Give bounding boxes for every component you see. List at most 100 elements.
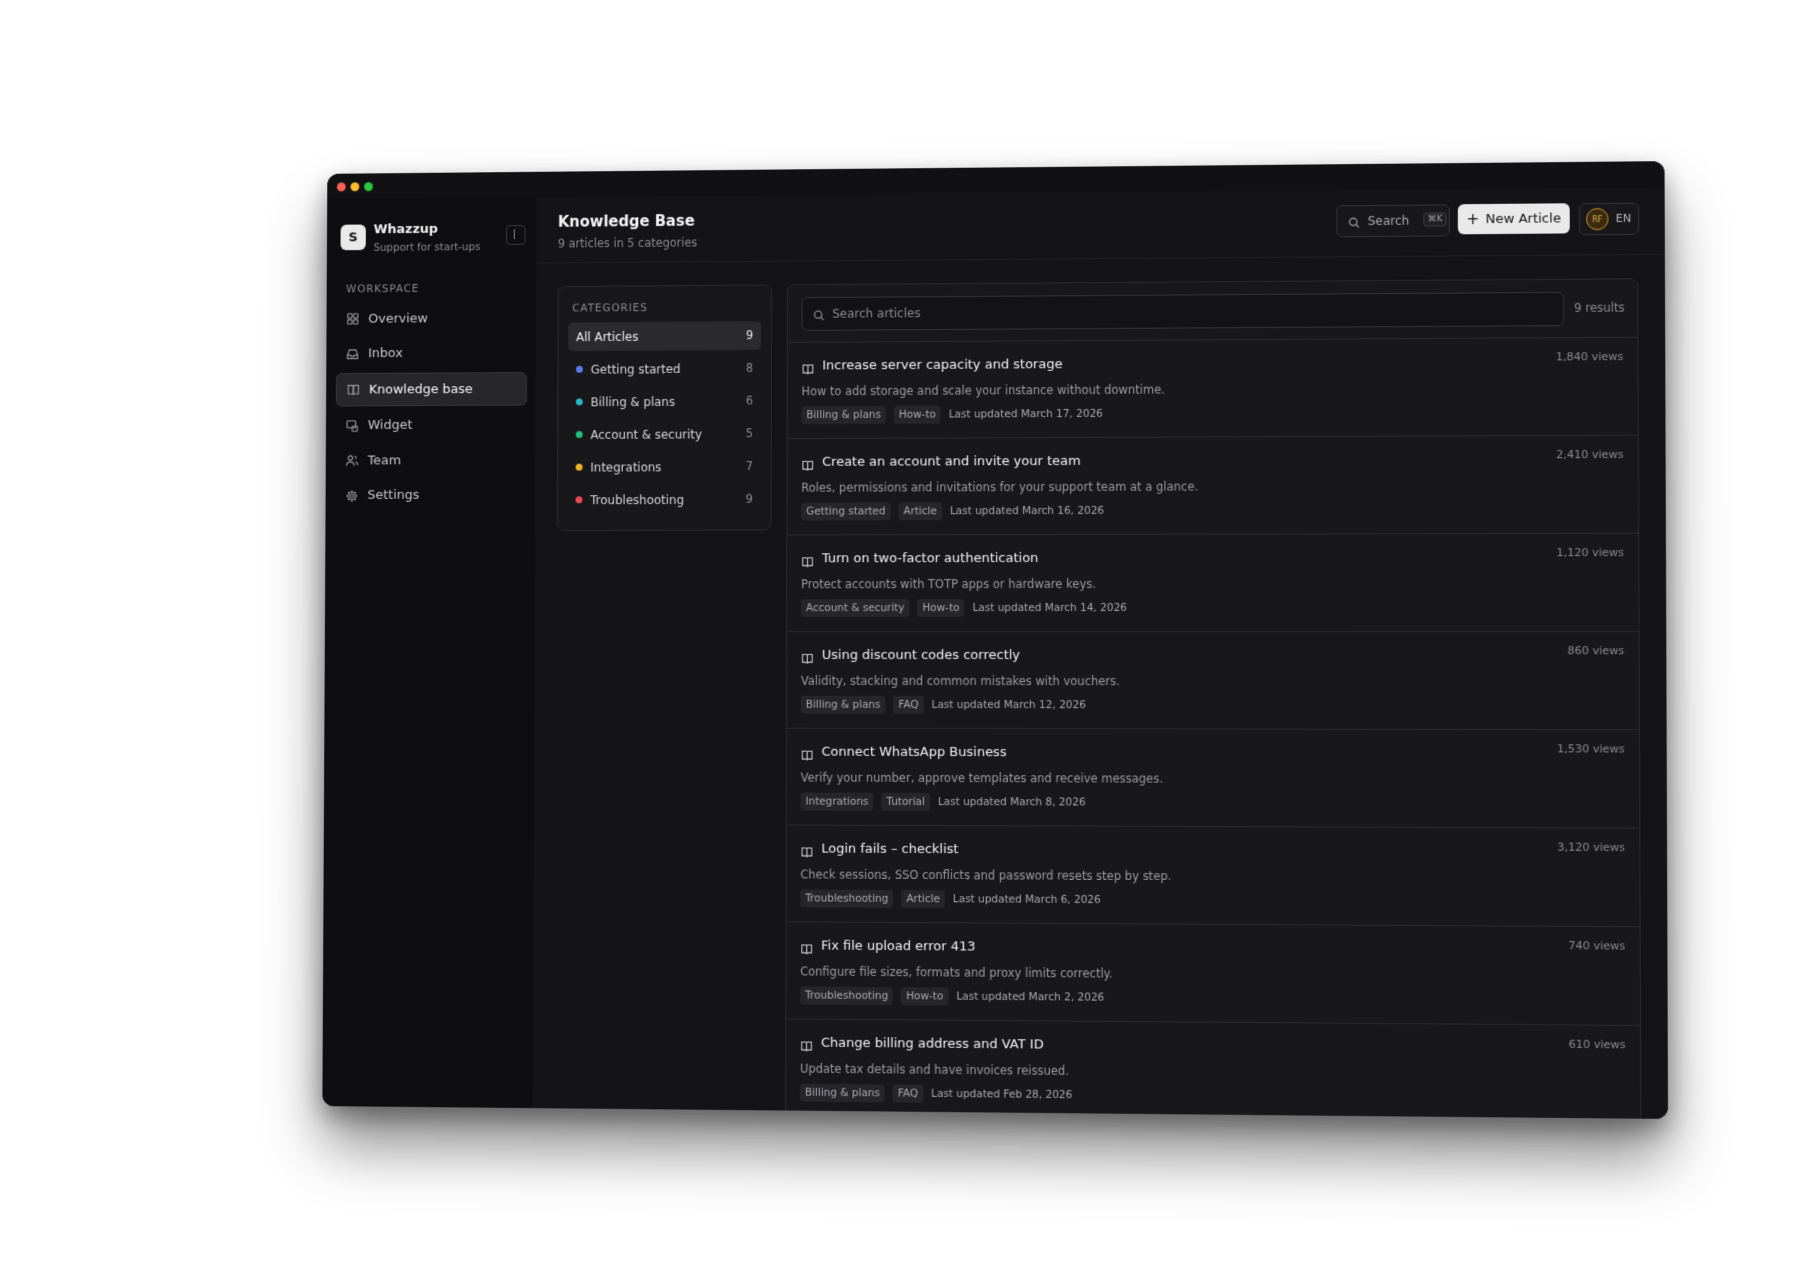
article-row[interactable]: Login fails – checklist Check sessions, S… [786, 824, 1640, 927]
collapse-sidebar-icon[interactable] [506, 225, 526, 245]
article-description: Configure file sizes, formats and proxy … [800, 964, 1113, 981]
article-updated: Last updated Feb 28, 2026 [931, 1087, 1073, 1102]
article-row[interactable]: Increase server capacity and storage How … [787, 336, 1638, 439]
page-title: Knowledge Base [557, 211, 695, 231]
users-icon [345, 454, 359, 468]
article-updated: Last updated March 8, 2026 [937, 795, 1086, 809]
article-title[interactable]: Fix file upload error 413 [821, 939, 975, 955]
page-subtitle: 9 articles in 5 categories [557, 235, 698, 251]
user-menu[interactable]: RF EN [1578, 202, 1640, 236]
article-tag: Billing & plans [799, 1083, 885, 1103]
sidebar-item-settings[interactable]: Settings [335, 479, 526, 511]
article-tag: How-to [901, 987, 949, 1006]
sidebar-section-label: WORKSPACE [346, 283, 420, 296]
category-item[interactable]: Troubleshooting 9 [568, 485, 761, 514]
book-icon [800, 843, 814, 857]
article-updated: Last updated March 17, 2026 [948, 407, 1103, 421]
grid-icon [346, 312, 360, 326]
article-title[interactable]: Using discount codes correctly [822, 648, 1020, 663]
book-icon [800, 1038, 814, 1052]
article-meta: Troubleshooting Article Last updated March… [800, 889, 1101, 909]
article-views: 740 views [1568, 939, 1626, 953]
search-articles-input[interactable] [830, 293, 1538, 330]
results-count: 9 results [1574, 300, 1625, 315]
brand-tagline: Support for start-ups [373, 241, 481, 254]
article-title[interactable]: Increase server capacity and storage [822, 357, 1062, 373]
language-selector[interactable]: EN [1616, 212, 1632, 225]
article-views: 610 views [1568, 1037, 1626, 1052]
category-color-dot [575, 496, 583, 504]
article-tag: Article [901, 889, 945, 909]
minimize-window-button[interactable] [350, 182, 360, 192]
category-item[interactable]: Integrations 7 [568, 452, 761, 481]
sidebar-item-overview[interactable]: Overview [336, 302, 527, 335]
article-row[interactable]: Fix file upload error 413 Configure file … [786, 921, 1640, 1025]
article-meta: Billing & plans FAQ Last updated Feb 28, 2… [799, 1083, 1073, 1105]
article-title[interactable]: Turn on two-factor authentication [822, 551, 1038, 566]
article-description: Verify your number, approve templates an… [800, 770, 1163, 786]
category-item[interactable]: All Articles 9 [568, 321, 762, 352]
article-row[interactable]: Turn on two-factor authentication Protect… [787, 532, 1639, 632]
article-meta: Billing & plans FAQ Last updated March 12,… [800, 695, 1086, 714]
category-count: 9 [745, 328, 754, 343]
categories-list: All Articles 9 Getting started 8 Billing & p… [568, 321, 762, 518]
book-icon [801, 747, 815, 761]
category-label: Integrations [590, 459, 662, 475]
article-tag: Tutorial [881, 792, 930, 811]
search-icon [813, 307, 826, 320]
category-item[interactable]: Billing & plans 6 [568, 387, 761, 417]
articles-list: Increase server capacity and storage How … [786, 336, 1641, 1119]
close-window-button[interactable] [336, 182, 346, 192]
gear-icon [345, 489, 359, 503]
new-article-button[interactable]: + New Article [1457, 203, 1570, 235]
sidebar-item-label: Settings [367, 487, 420, 503]
page-header: Knowledge Base 9 articles in 5 categorie… [536, 187, 1665, 264]
category-color-dot [575, 431, 583, 438]
article-updated: Last updated March 14, 2026 [972, 601, 1127, 615]
article-tag: FAQ [892, 1084, 924, 1103]
article-meta: Account & security How-to Last updated Mar… [800, 599, 1127, 618]
sidebar-item-team[interactable]: Team [335, 444, 526, 476]
sidebar-item-inbox[interactable]: Inbox [336, 337, 527, 370]
article-title[interactable]: Change billing address and VAT ID [821, 1036, 1044, 1053]
categories-panel: CATEGORIES All Articles 9 Getting started 8… [556, 284, 773, 532]
global-search-button[interactable]: Search ⌘K [1336, 204, 1450, 238]
article-tag: Billing & plans [800, 695, 886, 714]
workspace-switcher[interactable]: S Whazzup Support for start-ups [340, 219, 525, 260]
category-color-dot [575, 398, 583, 406]
category-color-dot [575, 463, 583, 471]
category-label: Troubleshooting [590, 492, 685, 507]
article-tag: Troubleshooting [800, 986, 894, 1006]
article-views: 3,120 views [1557, 840, 1625, 855]
sidebar-item-label: Team [367, 452, 402, 468]
article-tag: How-to [893, 405, 941, 424]
article-meta: Getting started Article Last updated March… [801, 502, 1104, 521]
article-title[interactable]: Create an account and invite your team [822, 454, 1081, 470]
article-tag: Article [898, 502, 942, 521]
maximize-window-button[interactable] [364, 182, 373, 192]
article-row[interactable]: Create an account and invite your team Ro… [787, 434, 1639, 535]
category-count: 7 [745, 459, 753, 474]
search-icon [1347, 214, 1361, 228]
article-views: 1,120 views [1556, 545, 1624, 560]
search-shortcut: ⌘K [1423, 212, 1447, 227]
article-description: Protect accounts with TOTP apps or hardw… [801, 576, 1096, 592]
widget-icon [345, 419, 359, 433]
article-views: 2,410 views [1556, 447, 1624, 462]
app-window: S Whazzup Support for start-ups WORKSPAC… [322, 161, 1669, 1119]
book-icon [801, 650, 815, 664]
category-label: All Articles [576, 329, 639, 344]
sidebar-nav: Overview Inbox Knowledge base Widget Tea… [335, 302, 528, 515]
article-description: Update tax details and have invoices rei… [800, 1061, 1069, 1078]
sidebar-item-widget[interactable]: Widget [336, 409, 527, 441]
sidebar-item-knowledge-base[interactable]: Knowledge base [335, 372, 528, 407]
brand-name: Whazzup [373, 221, 438, 238]
article-title[interactable]: Connect WhatsApp Business [822, 745, 1007, 760]
article-title[interactable]: Login fails – checklist [821, 842, 958, 858]
article-row[interactable]: Change billing address and VAT ID Update … [786, 1018, 1641, 1119]
category-item[interactable]: Account & security 5 [568, 419, 761, 449]
article-row[interactable]: Connect WhatsApp Business Verify your num… [786, 727, 1640, 828]
article-row[interactable]: Using discount codes correctly Validity, … [786, 630, 1639, 730]
sidebar-item-label: Widget [367, 417, 413, 433]
category-item[interactable]: Getting started 8 [568, 354, 761, 384]
